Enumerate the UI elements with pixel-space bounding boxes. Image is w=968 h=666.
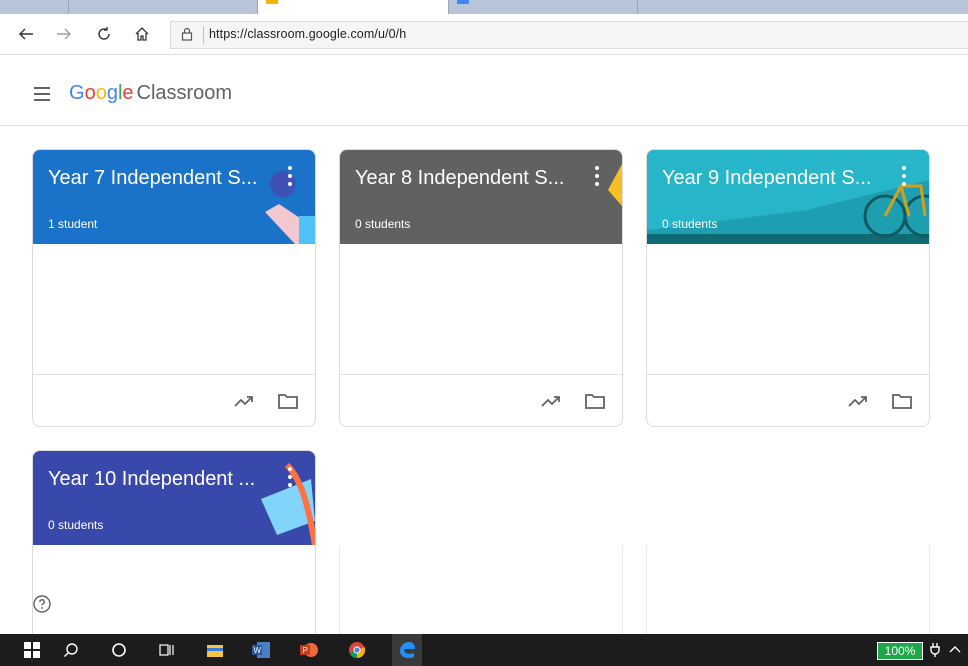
class-card-year-8[interactable]: Year 8 Independent S... 0 students — [339, 149, 623, 427]
powerpoint-icon: P — [300, 643, 318, 657]
more-options-icon[interactable] — [897, 166, 911, 186]
taskbar-word[interactable]: W — [250, 639, 272, 661]
word-icon: W — [252, 642, 270, 658]
browser-toolbar: https://classroom.google.com/u/0/h — [0, 14, 968, 55]
class-card-footer — [647, 374, 929, 426]
class-card-footer — [33, 374, 315, 426]
browser-tab[interactable] — [0, 0, 69, 14]
trending-up-icon[interactable] — [232, 389, 256, 413]
forward-button[interactable] — [52, 22, 76, 46]
class-title[interactable]: Year 7 Independent S... — [48, 167, 257, 190]
windows-start-button[interactable] — [21, 639, 43, 661]
chevron-up-icon[interactable] — [949, 645, 961, 653]
class-card-banner[interactable]: Year 10 Independent ... 0 students — [33, 451, 315, 545]
student-count: 0 students — [355, 217, 411, 231]
browser-tab-strip — [0, 0, 968, 14]
url-text[interactable]: https://classroom.google.com/u/0/h — [209, 27, 406, 41]
taskbar-file-explorer[interactable] — [204, 639, 226, 661]
back-button[interactable] — [14, 22, 38, 46]
home-icon — [135, 27, 149, 41]
taskbar-edge-active[interactable] — [392, 634, 422, 666]
forward-arrow-icon — [57, 28, 71, 40]
trending-up-icon[interactable] — [846, 389, 870, 413]
browser-tab[interactable] — [449, 0, 638, 14]
class-title[interactable]: Year 10 Independent ... — [48, 468, 255, 491]
svg-text:P: P — [303, 646, 308, 655]
search-icon — [64, 643, 78, 657]
class-card-footer — [340, 374, 622, 426]
taskbar-powerpoint[interactable]: P — [298, 639, 320, 661]
class-title[interactable]: Year 9 Independent S... — [662, 167, 871, 190]
taskbar-search-button[interactable] — [60, 639, 82, 661]
class-card-year-7[interactable]: Year 7 Independent S... 1 student — [32, 149, 316, 427]
lock-icon — [181, 27, 193, 41]
class-card-banner[interactable]: Year 7 Independent S... 1 student — [33, 150, 315, 244]
class-card-year-9[interactable]: Year 9 Independent S... 0 students — [646, 149, 930, 427]
home-button[interactable] — [130, 22, 154, 46]
student-count: 0 students — [662, 217, 718, 231]
task-view-button[interactable] — [156, 639, 178, 661]
address-separator — [203, 26, 204, 44]
back-arrow-icon — [19, 28, 33, 40]
trending-up-icon[interactable] — [539, 389, 563, 413]
class-card-banner[interactable]: Year 9 Independent S... 0 students — [647, 150, 929, 244]
google-classroom-logo[interactable]: Google Classroom — [69, 82, 232, 105]
app-header: Google Classroom — [0, 55, 968, 126]
more-options-icon[interactable] — [283, 166, 297, 186]
browser-tab-active[interactable] — [258, 0, 449, 14]
cortana-icon — [112, 643, 126, 657]
class-title[interactable]: Year 8 Independent S... — [355, 167, 564, 190]
help-icon[interactable] — [33, 595, 51, 613]
chrome-icon — [349, 642, 366, 659]
placeholder-card — [339, 546, 623, 636]
class-card-year-10[interactable]: Year 10 Independent ... 0 students — [32, 450, 316, 651]
student-count: 1 student — [48, 217, 98, 231]
student-count: 0 students — [48, 518, 104, 532]
refresh-icon — [98, 27, 110, 40]
browser-tab[interactable] — [69, 0, 258, 14]
refresh-button[interactable] — [92, 22, 116, 46]
folder-icon[interactable] — [583, 389, 607, 413]
taskbar-chrome[interactable] — [346, 639, 368, 661]
cortana-button[interactable] — [108, 639, 130, 661]
windows-logo-icon — [24, 642, 40, 658]
battery-indicator[interactable]: 100% — [877, 642, 923, 660]
class-card-banner[interactable]: Year 8 Independent S... 0 students — [340, 150, 622, 244]
more-options-icon[interactable] — [590, 166, 604, 186]
product-name: Classroom — [136, 82, 233, 104]
address-bar[interactable]: https://classroom.google.com/u/0/h — [170, 21, 968, 49]
power-plug-icon[interactable] — [930, 643, 940, 657]
main-menu-icon[interactable] — [34, 87, 50, 101]
browser-tab[interactable] — [638, 0, 968, 14]
placeholder-card — [646, 546, 930, 636]
file-explorer-icon — [207, 645, 223, 657]
folder-icon[interactable] — [890, 389, 914, 413]
edge-icon — [400, 642, 415, 659]
windows-taskbar: W P 100% — [0, 634, 968, 666]
task-view-icon — [159, 644, 174, 656]
svg-text:W: W — [254, 646, 262, 655]
google-wordmark: Google — [69, 82, 134, 104]
more-options-icon[interactable] — [283, 467, 297, 487]
folder-icon[interactable] — [276, 389, 300, 413]
